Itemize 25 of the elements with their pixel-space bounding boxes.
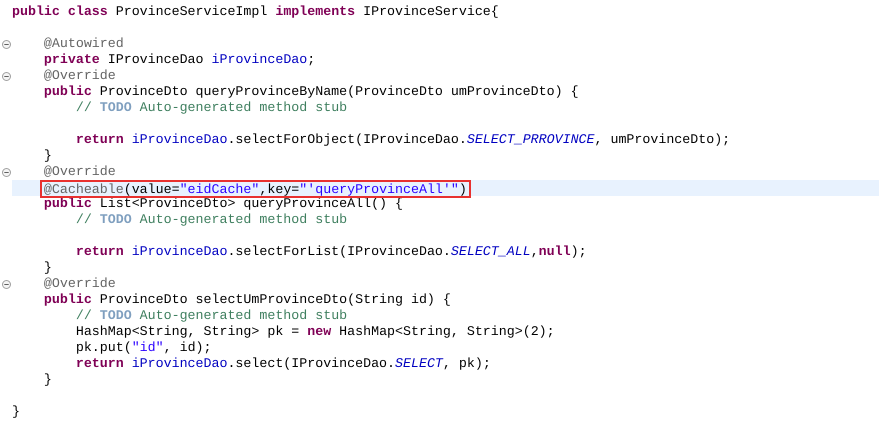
code-line: @Override: [42, 68, 117, 84]
code-line: HashMap<String, String> pk = new HashMap<String, String>(2);: [74, 324, 556, 340]
code-line: // TODO Auto-generated method stub: [74, 308, 348, 324]
code-line: // TODO Auto-generated method stub: [74, 212, 348, 228]
code-line: return iProvinceDao.selectForList(IProvinceDao.SELECT_ALL,null);: [74, 244, 588, 260]
code-line: }: [42, 148, 53, 164]
code-line: public ProvinceDto queryProvinceByName(ProvinceDto umProvinceDto) {: [42, 84, 580, 100]
code-line: return iProvinceDao.selectForObject(IProvinceDao.SELECT_PRROVINCE, umProvinceDto);: [74, 132, 732, 148]
code-line: @Override: [42, 164, 117, 180]
code-line: private IProvinceDao iProvinceDao;: [42, 52, 316, 68]
code-line: return iProvinceDao.select(IProvinceDao.SELECT, pk);: [74, 356, 492, 372]
code-line: }: [12, 404, 21, 420]
code-line: // TODO Auto-generated method stub: [74, 100, 348, 116]
code-line: @Autowired: [42, 36, 125, 52]
code-line: }: [42, 260, 53, 276]
collapse-icon[interactable]: [2, 168, 10, 176]
annotation-frame: @Cacheable(value="eidCache",key="'queryProvinceAll'"): [40, 180, 471, 198]
code-line: @Override: [42, 276, 117, 292]
code-line: public class ProvinceServiceImpl implements IProvinceService{: [12, 4, 500, 20]
code-line: pk.put("id", id);: [74, 340, 213, 356]
collapse-icon[interactable]: [2, 40, 10, 48]
code-line: public ProvinceDto selectUmProvinceDto(String id) {: [42, 292, 452, 308]
code-line: }: [42, 372, 53, 388]
collapse-icon[interactable]: [2, 72, 10, 80]
collapse-icon[interactable]: [2, 280, 10, 288]
